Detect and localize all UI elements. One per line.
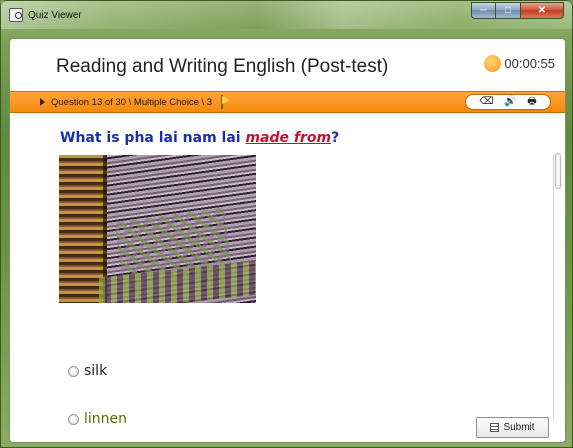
- vertical-scrollbar[interactable]: [553, 154, 562, 419]
- question-list-toggle-icon[interactable]: [40, 98, 45, 106]
- question-content: What is pha lai nam lai made from? silk …: [10, 114, 550, 442]
- timer-value: 00:00:55: [504, 56, 555, 71]
- option-label: linnen: [84, 411, 128, 427]
- tool-buttons: ⌫ 🔊 🖶: [465, 94, 551, 110]
- radio-button[interactable]: [68, 365, 79, 377]
- window-title: Quiz Viewer: [28, 9, 82, 21]
- option-label: silk: [84, 363, 108, 379]
- scrollbar-thumb[interactable]: [555, 153, 561, 189]
- window-controls: ─ □ ✕: [471, 2, 564, 19]
- radio-button[interactable]: [68, 413, 79, 425]
- question-info-bar: Question 13 of 30 \ Multiple Choice \ 3 …: [10, 91, 565, 113]
- clock-icon: [484, 55, 502, 72]
- app-window: Quiz Viewer ─ □ ✕ Reading and Writing En…: [0, 0, 573, 448]
- print-icon[interactable]: 🖶: [527, 97, 536, 107]
- submit-label: Submit: [503, 422, 535, 433]
- submit-icon: [490, 423, 500, 432]
- maximize-button[interactable]: □: [496, 2, 521, 19]
- speaker-icon[interactable]: 🔊: [504, 97, 516, 107]
- quiz-title: Reading and Writing English (Post-test): [56, 56, 389, 77]
- minimize-button[interactable]: ─: [471, 2, 496, 19]
- close-button[interactable]: ✕: [521, 2, 564, 19]
- answer-option-silk[interactable]: silk: [68, 363, 107, 379]
- question-suffix: ?: [331, 130, 340, 146]
- question-image: [59, 155, 256, 303]
- answer-option-linnen[interactable]: linnen: [68, 411, 127, 427]
- timer: 00:00:55: [484, 55, 555, 72]
- eraser-icon[interactable]: ⌫: [479, 97, 493, 107]
- flag-icon[interactable]: [220, 95, 232, 109]
- question-info: Question 13 of 30 \ Multiple Choice \ 3: [51, 96, 213, 108]
- quiz-header: Reading and Writing English (Post-test) …: [10, 39, 565, 91]
- app-icon: [9, 8, 23, 22]
- question-emphasis: made from: [245, 130, 332, 146]
- title-bar[interactable]: Quiz Viewer ─ □ ✕: [1, 1, 572, 29]
- question-text: What is pha lai nam lai made from?: [60, 130, 339, 146]
- quiz-panel: Reading and Writing English (Post-test) …: [9, 38, 566, 443]
- submit-button[interactable]: Submit: [476, 417, 549, 438]
- question-prefix: What is pha lai nam lai: [60, 130, 246, 146]
